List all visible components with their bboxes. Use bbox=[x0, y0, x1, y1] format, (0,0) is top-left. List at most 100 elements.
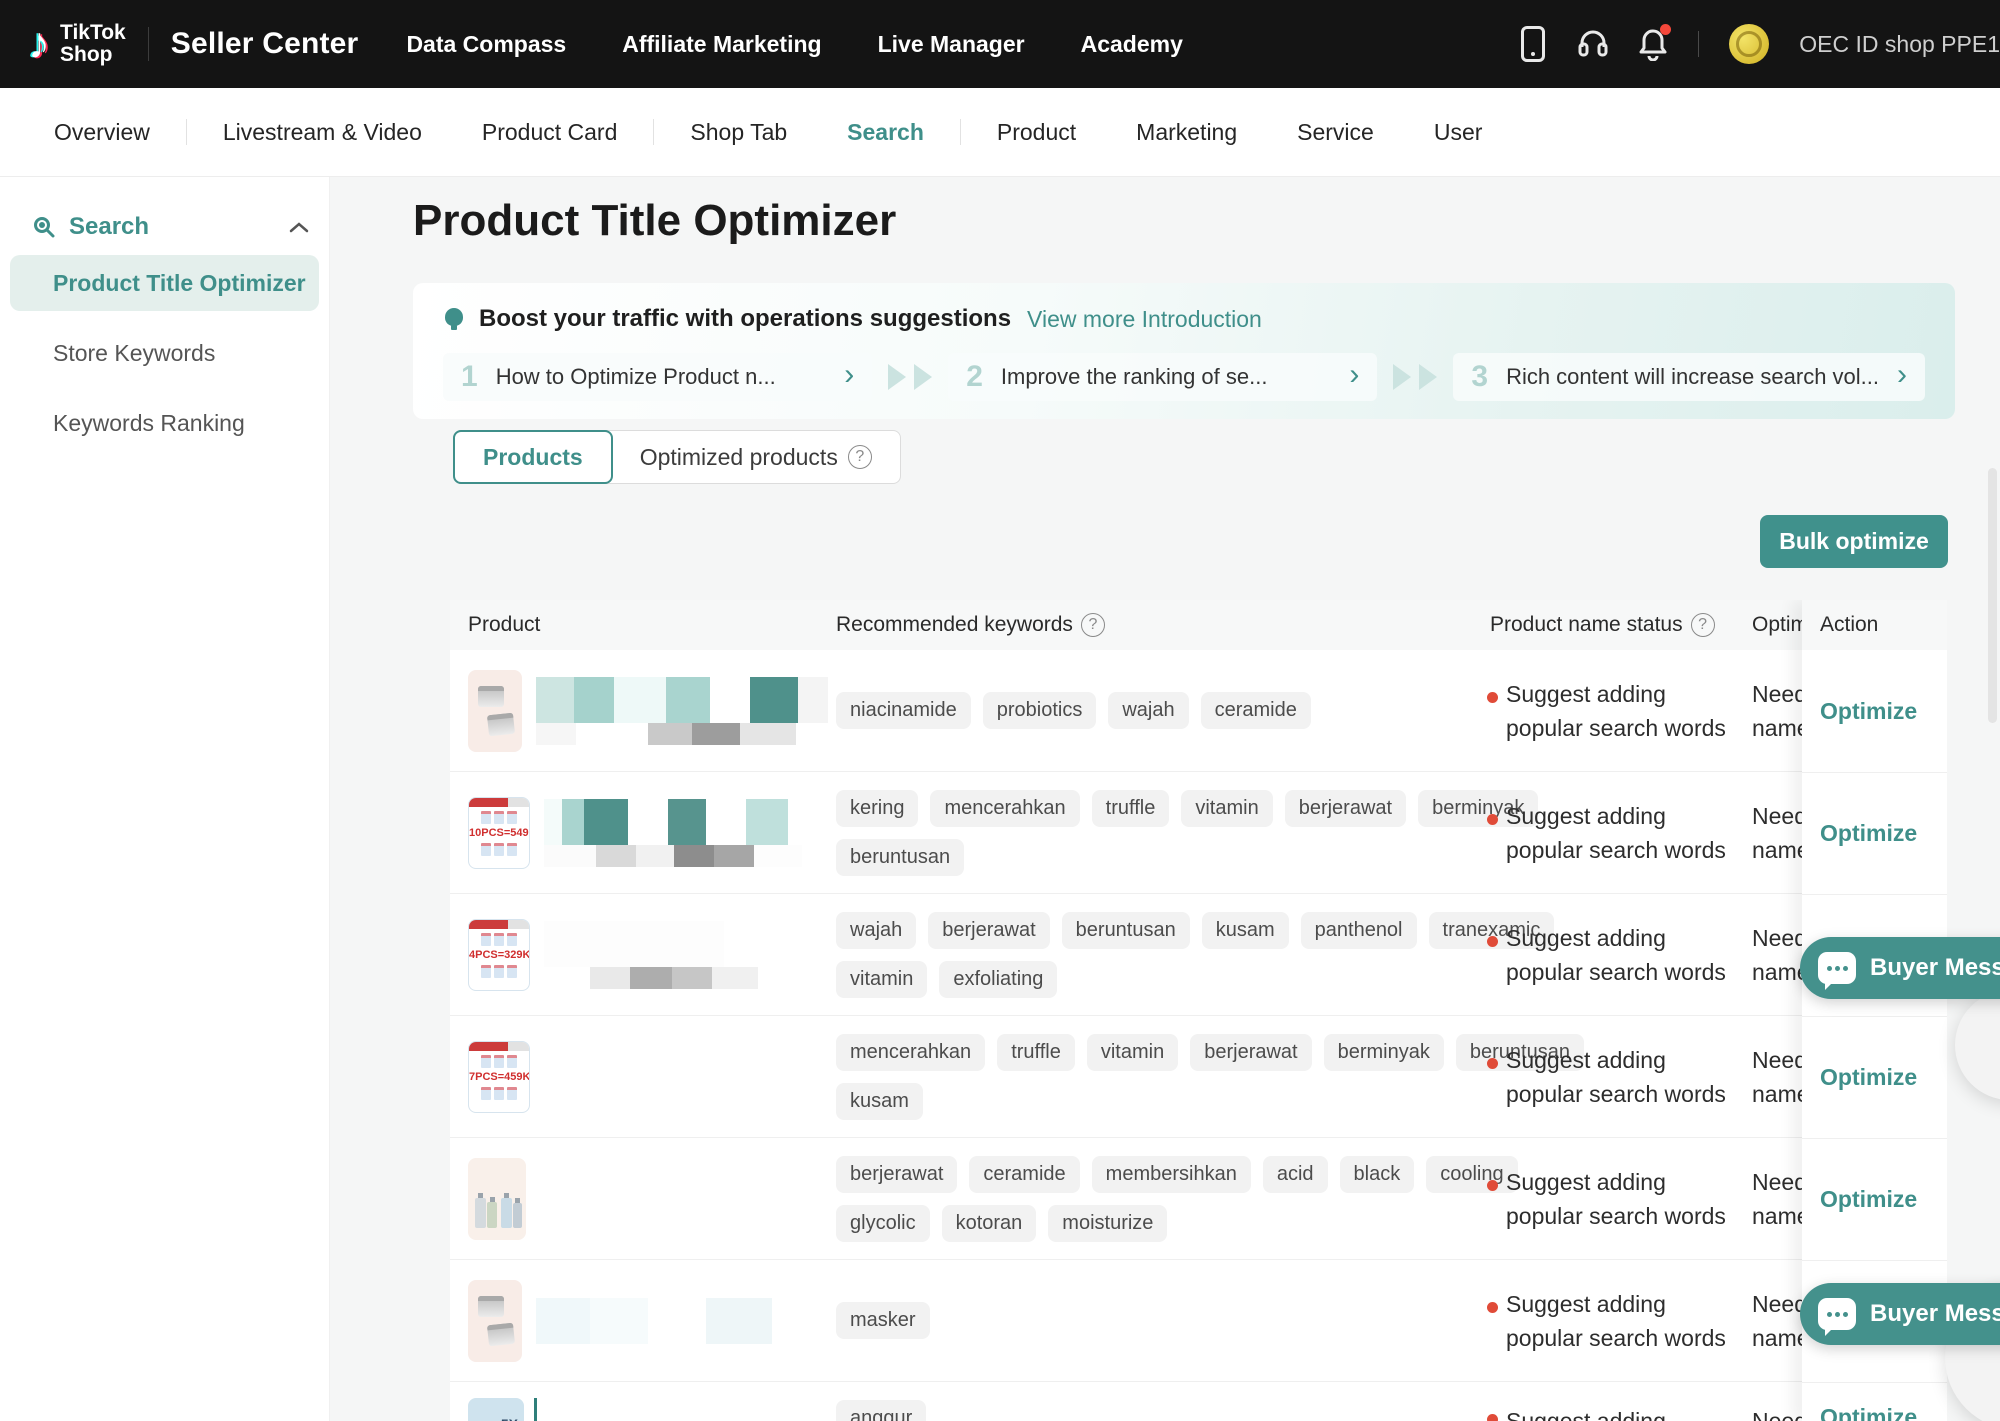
app-title: Seller Center bbox=[171, 27, 359, 61]
products-table: Product Recommended keywords? Product na… bbox=[450, 600, 1947, 1421]
optimize-link[interactable]: Optimize bbox=[1820, 698, 1917, 725]
topnav-academy[interactable]: Academy bbox=[1081, 31, 1183, 58]
subnav-shop-tab[interactable]: Shop Tab bbox=[690, 119, 787, 146]
mobile-app-icon[interactable] bbox=[1518, 27, 1548, 61]
keyword-chip: anggur bbox=[836, 1400, 926, 1421]
keyword-chip: berjerawat bbox=[836, 1156, 957, 1193]
optimize-link[interactable]: Optimize bbox=[1820, 1404, 1917, 1421]
sidebar-item-keywords-ranking[interactable]: Keywords Ranking bbox=[10, 395, 319, 451]
notification-badge bbox=[1660, 24, 1671, 35]
keyword-chip: membersihkan bbox=[1092, 1156, 1251, 1193]
censored-product-name bbox=[544, 799, 802, 867]
sidebar-item-store-keywords[interactable]: Store Keywords bbox=[10, 325, 319, 381]
keyword-chip: berjerawat bbox=[1190, 1034, 1311, 1071]
divider bbox=[186, 119, 187, 145]
banner-step-2[interactable]: 2 Improve the ranking of se... › bbox=[948, 353, 1377, 401]
table-row: berjerawatceramidemembersihkanacidblackc… bbox=[450, 1138, 1947, 1260]
buyer-message-button[interactable]: Buyer Message bbox=[1800, 1283, 2000, 1345]
optimize-link[interactable]: Optimize bbox=[1820, 1064, 1917, 1091]
status-dot bbox=[1487, 1180, 1498, 1191]
bulk-optimize-button[interactable]: Bulk optimize bbox=[1760, 515, 1948, 568]
keyword-chip: exfoliating bbox=[939, 961, 1057, 998]
keyword-chip: panthenol bbox=[1301, 912, 1417, 949]
help-icon[interactable]: ? bbox=[1691, 613, 1715, 637]
chat-bubble-icon bbox=[1818, 952, 1856, 984]
product-image[interactable] bbox=[468, 1280, 522, 1362]
keyword-chip: vitamin bbox=[1181, 790, 1272, 827]
status-dot bbox=[1487, 1058, 1498, 1069]
optimize-link[interactable]: Optimize bbox=[1820, 820, 1917, 847]
tab-optimized-products[interactable]: Optimized products? bbox=[612, 431, 900, 483]
keyword-chip: black bbox=[1340, 1156, 1415, 1193]
topnav-data-compass[interactable]: Data Compass bbox=[406, 31, 566, 58]
keyword-chip: kering bbox=[836, 790, 918, 827]
topnav-live-manager[interactable]: Live Manager bbox=[878, 31, 1025, 58]
topnav-affiliate-marketing[interactable]: Affiliate Marketing bbox=[622, 31, 821, 58]
divider bbox=[960, 119, 961, 145]
subnav-user[interactable]: User bbox=[1434, 119, 1483, 146]
keyword-chip: wajah bbox=[1108, 692, 1188, 729]
col-action: Action bbox=[1802, 600, 1947, 650]
subnav-livestream-video[interactable]: Livestream & Video bbox=[223, 119, 422, 146]
chevron-right-icon: › bbox=[1349, 360, 1359, 390]
keyword-chip: berjerawat bbox=[1285, 790, 1406, 827]
product-image[interactable] bbox=[468, 670, 522, 752]
table-row: 5X CERAMIDE anggur Suggest addingpopular… bbox=[450, 1382, 1947, 1421]
step-arrows bbox=[872, 364, 948, 390]
keyword-chip: beruntusan bbox=[836, 839, 964, 876]
keyword-chip: vitamin bbox=[1087, 1034, 1178, 1071]
subnav-marketing[interactable]: Marketing bbox=[1136, 119, 1237, 146]
keyword-chip: kusam bbox=[836, 1083, 923, 1120]
banner-step-3[interactable]: 3 Rich content will increase search vol.… bbox=[1453, 353, 1925, 401]
product-image[interactable]: 7PCS=459K bbox=[468, 1041, 530, 1113]
subnav-product-card[interactable]: Product Card bbox=[482, 119, 618, 146]
keyword-chip: glycolic bbox=[836, 1205, 930, 1242]
bulb-icon bbox=[445, 308, 463, 330]
subnav-search[interactable]: Search bbox=[847, 119, 924, 146]
subnav-product[interactable]: Product bbox=[997, 119, 1076, 146]
view-more-introduction-link[interactable]: View more Introduction bbox=[1027, 306, 1262, 333]
status-dot bbox=[1487, 1302, 1498, 1313]
banner-step-1[interactable]: 1 How to Optimize Product n... › bbox=[443, 353, 872, 401]
account-label[interactable]: OEC ID shop PPE1 bbox=[1799, 31, 2000, 58]
censored-product-name bbox=[536, 1298, 772, 1344]
notifications-bell-icon[interactable] bbox=[1638, 27, 1668, 61]
subnav-service[interactable]: Service bbox=[1297, 119, 1374, 146]
sidebar-group-label: Search bbox=[69, 213, 149, 241]
product-image[interactable]: 10PCS=549K bbox=[468, 797, 530, 869]
logo-line1: TikTok bbox=[60, 22, 126, 44]
tab-products[interactable]: Products bbox=[453, 430, 613, 484]
col-keywords: Recommended keywords bbox=[836, 613, 1073, 637]
tiktok-shop-logo[interactable]: ♪ TikTok Shop bbox=[28, 22, 126, 66]
keyword-chip: berjerawat bbox=[928, 912, 1049, 949]
status-dot bbox=[1487, 692, 1498, 703]
keyword-chip: berminyak bbox=[1324, 1034, 1444, 1071]
divider bbox=[653, 119, 654, 145]
optimize-link[interactable]: Optimize bbox=[1820, 1186, 1917, 1213]
product-image[interactable]: 4PCS=329K bbox=[468, 919, 530, 991]
keyword-chip: ceramide bbox=[969, 1156, 1079, 1193]
status-dot bbox=[1487, 936, 1498, 947]
subnav-overview[interactable]: Overview bbox=[54, 119, 150, 146]
scrollbar-thumb[interactable] bbox=[1988, 468, 1997, 723]
chevron-right-icon: › bbox=[1897, 360, 1907, 390]
sidebar-group-search[interactable]: Search bbox=[0, 213, 329, 241]
censored-product-name bbox=[536, 677, 828, 745]
table-row: masker Suggest addingpopular search word… bbox=[450, 1260, 1947, 1382]
censored-product-name bbox=[544, 921, 758, 989]
table-row: 4PCS=329K wajahberjerawatberuntusankusam… bbox=[450, 894, 1947, 1016]
chat-widget-circle[interactable] bbox=[1955, 990, 2000, 1100]
keyword-chip: vitamin bbox=[836, 961, 927, 998]
keyword-chip: niacinamide bbox=[836, 692, 971, 729]
sidebar-item-product-title-optimizer[interactable]: Product Title Optimizer bbox=[10, 255, 319, 311]
buyer-message-button[interactable]: Buyer Message bbox=[1800, 937, 2000, 999]
shop-avatar[interactable] bbox=[1729, 24, 1769, 64]
chevron-up-icon bbox=[289, 221, 309, 233]
product-image[interactable]: 5X CERAMIDE bbox=[468, 1398, 524, 1421]
help-icon[interactable]: ? bbox=[1081, 613, 1105, 637]
headset-support-icon[interactable] bbox=[1578, 27, 1608, 61]
product-image[interactable] bbox=[468, 1158, 526, 1240]
intro-banner: Boost your traffic with operations sugge… bbox=[413, 283, 1955, 419]
chat-bubble-icon bbox=[1818, 1298, 1856, 1330]
help-icon[interactable]: ? bbox=[848, 445, 872, 469]
